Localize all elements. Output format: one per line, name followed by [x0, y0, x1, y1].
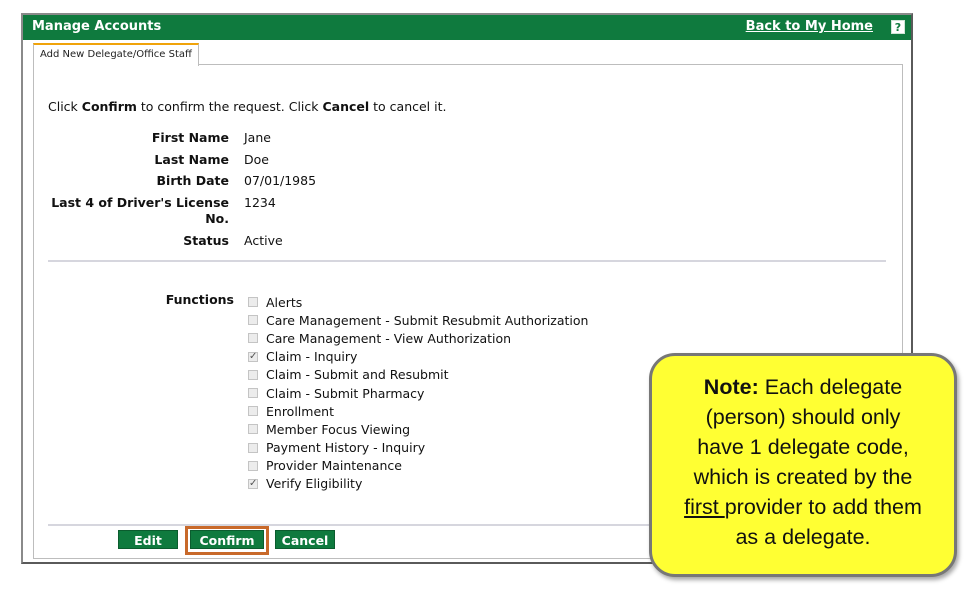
- checkbox-icon[interactable]: [248, 315, 258, 326]
- edit-button[interactable]: Edit: [118, 530, 178, 549]
- functions-label: Functions: [165, 292, 234, 307]
- field-value: 07/01/1985: [244, 173, 317, 188]
- function-label: Provider Maintenance: [266, 458, 402, 474]
- function-item: ✓ Verify Eligibility: [248, 475, 588, 493]
- note-callout: Note: Each delegate (person) should only…: [649, 353, 957, 577]
- function-item: Payment History - Inquiry: [248, 439, 588, 457]
- field-value: Jane: [244, 130, 271, 145]
- field-value: 1234: [244, 195, 276, 210]
- checkbox-icon[interactable]: [248, 424, 258, 435]
- function-item: Alerts: [248, 293, 588, 311]
- function-label: Claim - Submit Pharmacy: [266, 385, 425, 401]
- function-item: Care Management - Submit Resubmit Author…: [248, 311, 588, 329]
- checked-checkbox-icon[interactable]: ✓: [248, 351, 258, 362]
- note-line-4: which is created by the: [693, 465, 913, 489]
- cancel-button[interactable]: Cancel: [275, 530, 335, 549]
- function-label: Verify Eligibility: [266, 476, 363, 492]
- note-line-6: as a delegate.: [735, 525, 871, 549]
- function-label: Claim - Inquiry: [266, 349, 358, 365]
- function-item: Enrollment: [248, 402, 588, 420]
- function-item: ✓ Claim - Inquiry: [248, 348, 588, 366]
- checkbox-icon[interactable]: [248, 333, 258, 344]
- checkbox-icon[interactable]: [248, 406, 258, 417]
- function-item: Claim - Submit Pharmacy: [248, 384, 588, 402]
- function-item: Member Focus Viewing: [248, 420, 588, 438]
- field-label: Last Name: [154, 152, 229, 167]
- checkbox-icon[interactable]: [248, 369, 258, 380]
- function-item: Provider Maintenance: [248, 457, 588, 475]
- confirm-button[interactable]: Confirm: [190, 530, 264, 549]
- back-to-home-link[interactable]: Back to My Home: [746, 19, 873, 34]
- note-line-2: (person) should only: [705, 405, 901, 429]
- function-item: Claim - Submit and Resubmit: [248, 366, 588, 384]
- field-value: Doe: [244, 152, 269, 167]
- function-item: Care Management - View Authorization: [248, 329, 588, 347]
- note-line-3: have 1 delegate code,: [697, 435, 909, 459]
- field-label: First Name: [151, 130, 229, 145]
- function-label: Payment History - Inquiry: [266, 440, 426, 456]
- function-label: Care Management - View Authorization: [266, 330, 512, 346]
- function-label: Member Focus Viewing: [266, 421, 411, 437]
- function-label: Claim - Submit and Resubmit: [266, 367, 449, 383]
- function-label: Enrollment: [266, 403, 334, 419]
- function-label: Care Management - Submit Resubmit Author…: [266, 312, 589, 328]
- title-bar: Manage Accounts Back to My Home ?: [23, 15, 911, 40]
- note-line-5: first provider to add them: [684, 495, 922, 519]
- tab-add-new-delegate[interactable]: Add New Delegate/Office Staff: [33, 43, 199, 66]
- window-title: Manage Accounts: [32, 19, 162, 34]
- help-icon[interactable]: ?: [891, 20, 905, 34]
- checkbox-icon[interactable]: [248, 460, 258, 471]
- field-value: Active: [244, 233, 283, 248]
- note-line-1: Note: Each delegate: [703, 375, 903, 399]
- checkbox-icon[interactable]: [248, 442, 258, 453]
- field-label: Last 4 of Driver's License No.: [51, 195, 229, 226]
- checkbox-icon[interactable]: [248, 388, 258, 399]
- functions-list: Alerts Care Management - Submit Resubmit …: [248, 293, 588, 493]
- section-divider: [48, 260, 886, 262]
- field-label: Birth Date: [156, 173, 229, 188]
- checked-checkbox-icon[interactable]: ✓: [248, 478, 258, 489]
- checkbox-icon[interactable]: [248, 297, 258, 308]
- function-label: Alerts: [266, 294, 303, 310]
- instructions-text: Click Confirm to confirm the request. Cl…: [48, 99, 447, 114]
- field-label: Status: [183, 233, 229, 248]
